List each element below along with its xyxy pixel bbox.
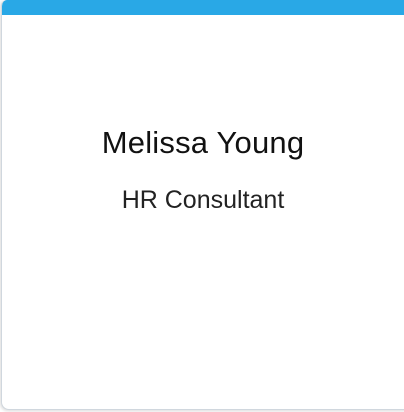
profile-card[interactable]: Melissa Young HR Consultant <box>1 0 404 410</box>
card-body: Melissa Young HR Consultant <box>2 15 404 409</box>
person-name: Melissa Young <box>101 125 305 160</box>
page: Melissa Young HR Consultant <box>0 0 404 412</box>
card-accent-bar <box>2 0 404 15</box>
person-job-title: HR Consultant <box>121 186 285 214</box>
